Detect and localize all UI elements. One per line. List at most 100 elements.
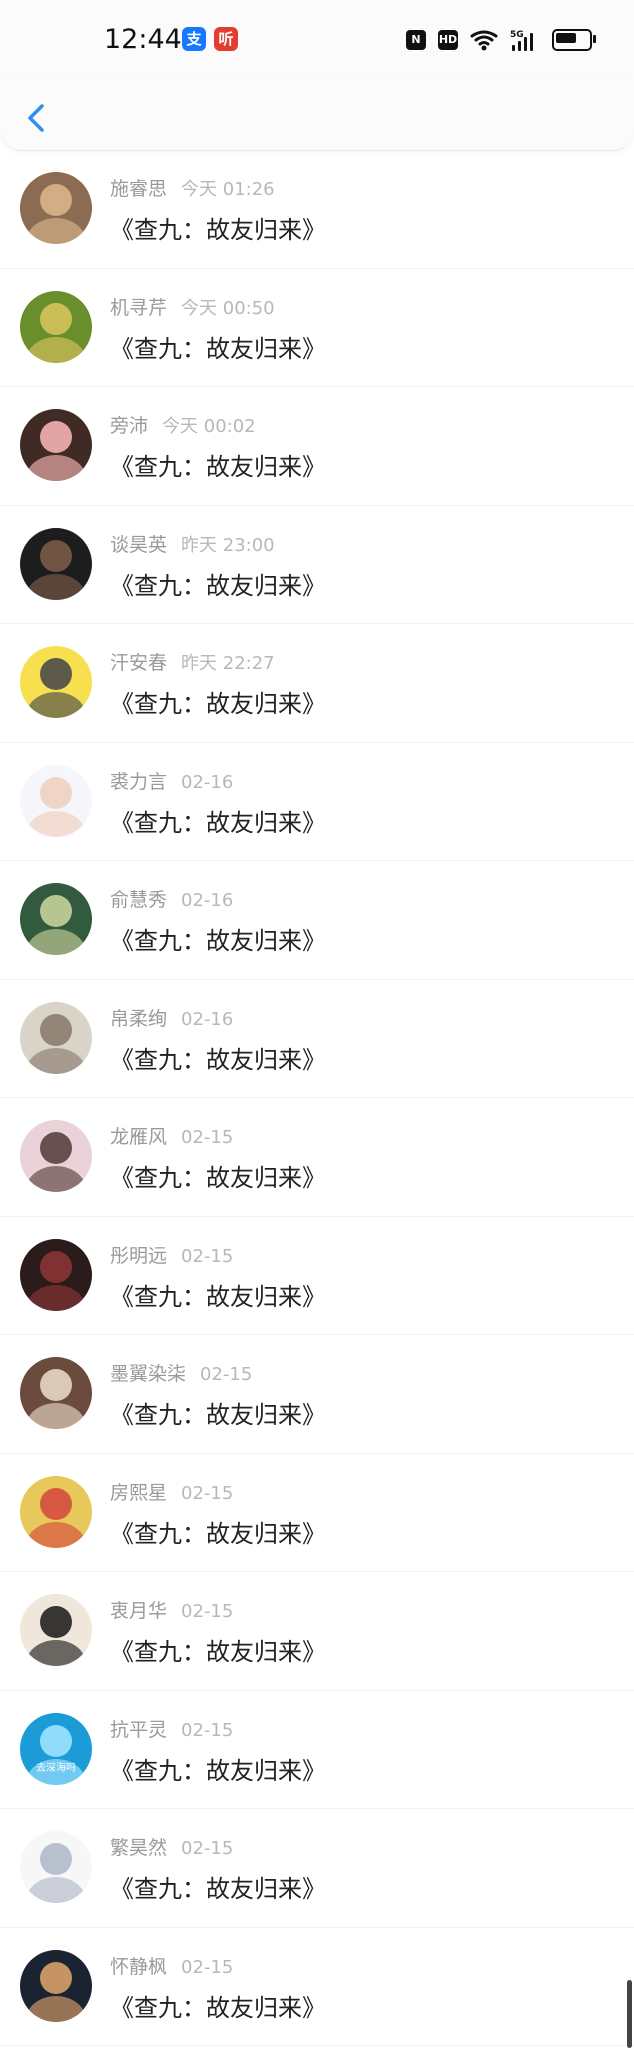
book-title[interactable]: 《查九：故友归来》: [110, 684, 326, 719]
book-title[interactable]: 《查九：故友归来》: [110, 566, 326, 601]
user-name[interactable]: 怀静枫: [110, 1956, 167, 1978]
user-name[interactable]: 抗平灵: [110, 1719, 167, 1741]
timestamp: 今天 00:02: [162, 416, 256, 437]
list-item[interactable]: 旁沛 今天 00:02 《查九：故友归来》: [0, 387, 634, 506]
avatar[interactable]: [20, 883, 92, 955]
user-name[interactable]: 彤明远: [110, 1245, 167, 1267]
user-name[interactable]: 裘力言: [110, 771, 167, 793]
user-name[interactable]: 旁沛: [110, 415, 148, 437]
book-title[interactable]: 《查九：故友归来》: [110, 1514, 326, 1549]
timestamp: 今天 00:50: [181, 297, 275, 319]
timestamp: 昨天 23:00: [181, 534, 275, 556]
avatar[interactable]: [20, 527, 92, 600]
list-item[interactable]: 墨翼染柒 02-15 《查九：故友归来》: [0, 1335, 634, 1454]
timestamp: 今天 01:26: [181, 179, 275, 200]
list-item[interactable]: 衷月华 02-15 《查九：故友归来》: [0, 1572, 634, 1691]
avatar-image: [26, 1013, 86, 1074]
avatar[interactable]: [20, 1238, 92, 1311]
item-meta: 墨翼染柒 02-15: [110, 1359, 252, 1386]
user-name[interactable]: 房熙星: [110, 1482, 167, 1504]
user-name[interactable]: 衷月华: [110, 1600, 167, 1622]
user-name[interactable]: 俞慧秀: [110, 889, 167, 911]
user-name[interactable]: 施睿思: [110, 178, 167, 200]
timestamp: 02-15: [181, 1601, 234, 1622]
avatar[interactable]: [20, 764, 92, 837]
list-item[interactable]: 汗安春 昨天 22:27 《查九：故友归来》: [0, 624, 634, 743]
user-name[interactable]: 汗安春: [110, 652, 167, 674]
scrollbar[interactable]: [627, 1980, 632, 2048]
avatar[interactable]: 去深海吗: [20, 1712, 92, 1785]
avatar[interactable]: [20, 1001, 92, 1074]
list-item[interactable]: 谈昊英 昨天 23:00 《查九：故友归来》: [0, 506, 634, 624]
avatar-image: [26, 1961, 86, 2022]
status-time: 12:44: [104, 24, 182, 55]
avatar[interactable]: [20, 409, 92, 481]
list-item[interactable]: 施睿思 今天 01:26 《查九：故友归来》: [0, 150, 634, 269]
avatar-image: [26, 184, 86, 244]
avatar[interactable]: [20, 1475, 92, 1548]
alipay-app-icon: 支: [182, 27, 206, 51]
book-title[interactable]: 《查九：故友归来》: [110, 1869, 326, 1904]
book-title[interactable]: 《查九：故友归来》: [110, 1751, 326, 1786]
book-title[interactable]: 《查九：故友归来》: [110, 1040, 326, 1075]
list-item[interactable]: 帛柔绚 02-16 《查九：故友归来》: [0, 980, 634, 1098]
book-title[interactable]: 《查九：故友归来》: [110, 803, 326, 838]
avatar-image: 去深海吗: [26, 1724, 86, 1785]
avatar[interactable]: [20, 1949, 92, 2022]
svg-text:5G: 5G: [510, 30, 524, 40]
timestamp: 02-16: [181, 771, 234, 793]
avatar[interactable]: [20, 172, 92, 244]
user-name[interactable]: 墨翼染柒: [110, 1363, 186, 1385]
list-item[interactable]: 彤明远 02-15 《查九：故友归来》: [0, 1217, 634, 1335]
list-item[interactable]: 龙雁风 02-15 《查九：故友归来》: [0, 1098, 634, 1217]
listen-app-icon: 听: [214, 27, 238, 51]
avatar-image: [26, 1606, 86, 1666]
avatar[interactable]: [20, 1357, 92, 1429]
book-title[interactable]: 《查九：故友归来》: [110, 1632, 326, 1667]
avatar-image: [26, 1250, 86, 1311]
list-item[interactable]: 去深海吗 抗平灵 02-15 《查九：故友归来》: [0, 1691, 634, 1809]
timestamp: 02-15: [181, 1127, 234, 1148]
timestamp: 02-15: [181, 1482, 234, 1504]
timestamp: 02-15: [181, 1719, 234, 1741]
user-name[interactable]: 繁昊然: [110, 1837, 167, 1859]
item-meta: 抗平灵 02-15: [110, 1715, 233, 1742]
avatar[interactable]: [20, 1594, 92, 1666]
list-item[interactable]: 机寻芹 今天 00:50 《查九：故友归来》: [0, 269, 634, 387]
book-title[interactable]: 《查九：故友归来》: [110, 921, 326, 956]
item-meta: 裘力言 02-16: [110, 767, 233, 794]
item-meta: 帛柔绚 02-16: [110, 1004, 233, 1031]
avatar[interactable]: [20, 646, 92, 718]
timestamp: 昨天 22:27: [181, 653, 275, 674]
user-name[interactable]: 机寻芹: [110, 297, 167, 319]
list-item[interactable]: 俞慧秀 02-16 《查九：故友归来》: [0, 861, 634, 980]
item-meta: 旁沛 今天 00:02: [110, 411, 256, 438]
wifi-icon: [470, 30, 498, 51]
avatar[interactable]: [20, 290, 92, 363]
user-name[interactable]: 龙雁风: [110, 1126, 167, 1148]
avatar-image: [26, 539, 86, 600]
timestamp: 02-15: [181, 1838, 234, 1859]
timestamp: 02-15: [200, 1364, 253, 1385]
timestamp: 02-15: [181, 1245, 234, 1267]
book-title[interactable]: 《查九：故友归来》: [110, 1277, 326, 1312]
list-item[interactable]: 房熙星 02-15 《查九：故友归来》: [0, 1454, 634, 1572]
list-item[interactable]: 繁昊然 02-15 《查九：故友归来》: [0, 1809, 634, 1928]
item-meta: 谈昊英 昨天 23:00: [110, 530, 275, 557]
book-title[interactable]: 《查九：故友归来》: [110, 210, 326, 245]
list-item[interactable]: 怀静枫 02-15 《查九：故友归来》: [0, 1928, 634, 2046]
timestamp: 02-16: [181, 1008, 234, 1030]
user-name[interactable]: 帛柔绚: [110, 1008, 167, 1030]
list-item[interactable]: 裘力言 02-16 《查九：故友归来》: [0, 743, 634, 861]
user-name[interactable]: 谈昊英: [110, 534, 167, 556]
book-title[interactable]: 《查九：故友归来》: [110, 1988, 326, 2023]
book-title[interactable]: 《查九：故友归来》: [110, 1158, 326, 1193]
avatar[interactable]: [20, 1831, 92, 1903]
avatar[interactable]: [20, 1120, 92, 1192]
book-title[interactable]: 《查九：故友归来》: [110, 1395, 326, 1430]
item-meta: 龙雁风 02-15: [110, 1122, 233, 1149]
book-title[interactable]: 《查九：故友归来》: [110, 329, 326, 364]
5g-signal-icon: 5G: [510, 30, 533, 51]
back-button[interactable]: [18, 98, 58, 138]
book-title[interactable]: 《查九：故友归来》: [110, 447, 326, 482]
